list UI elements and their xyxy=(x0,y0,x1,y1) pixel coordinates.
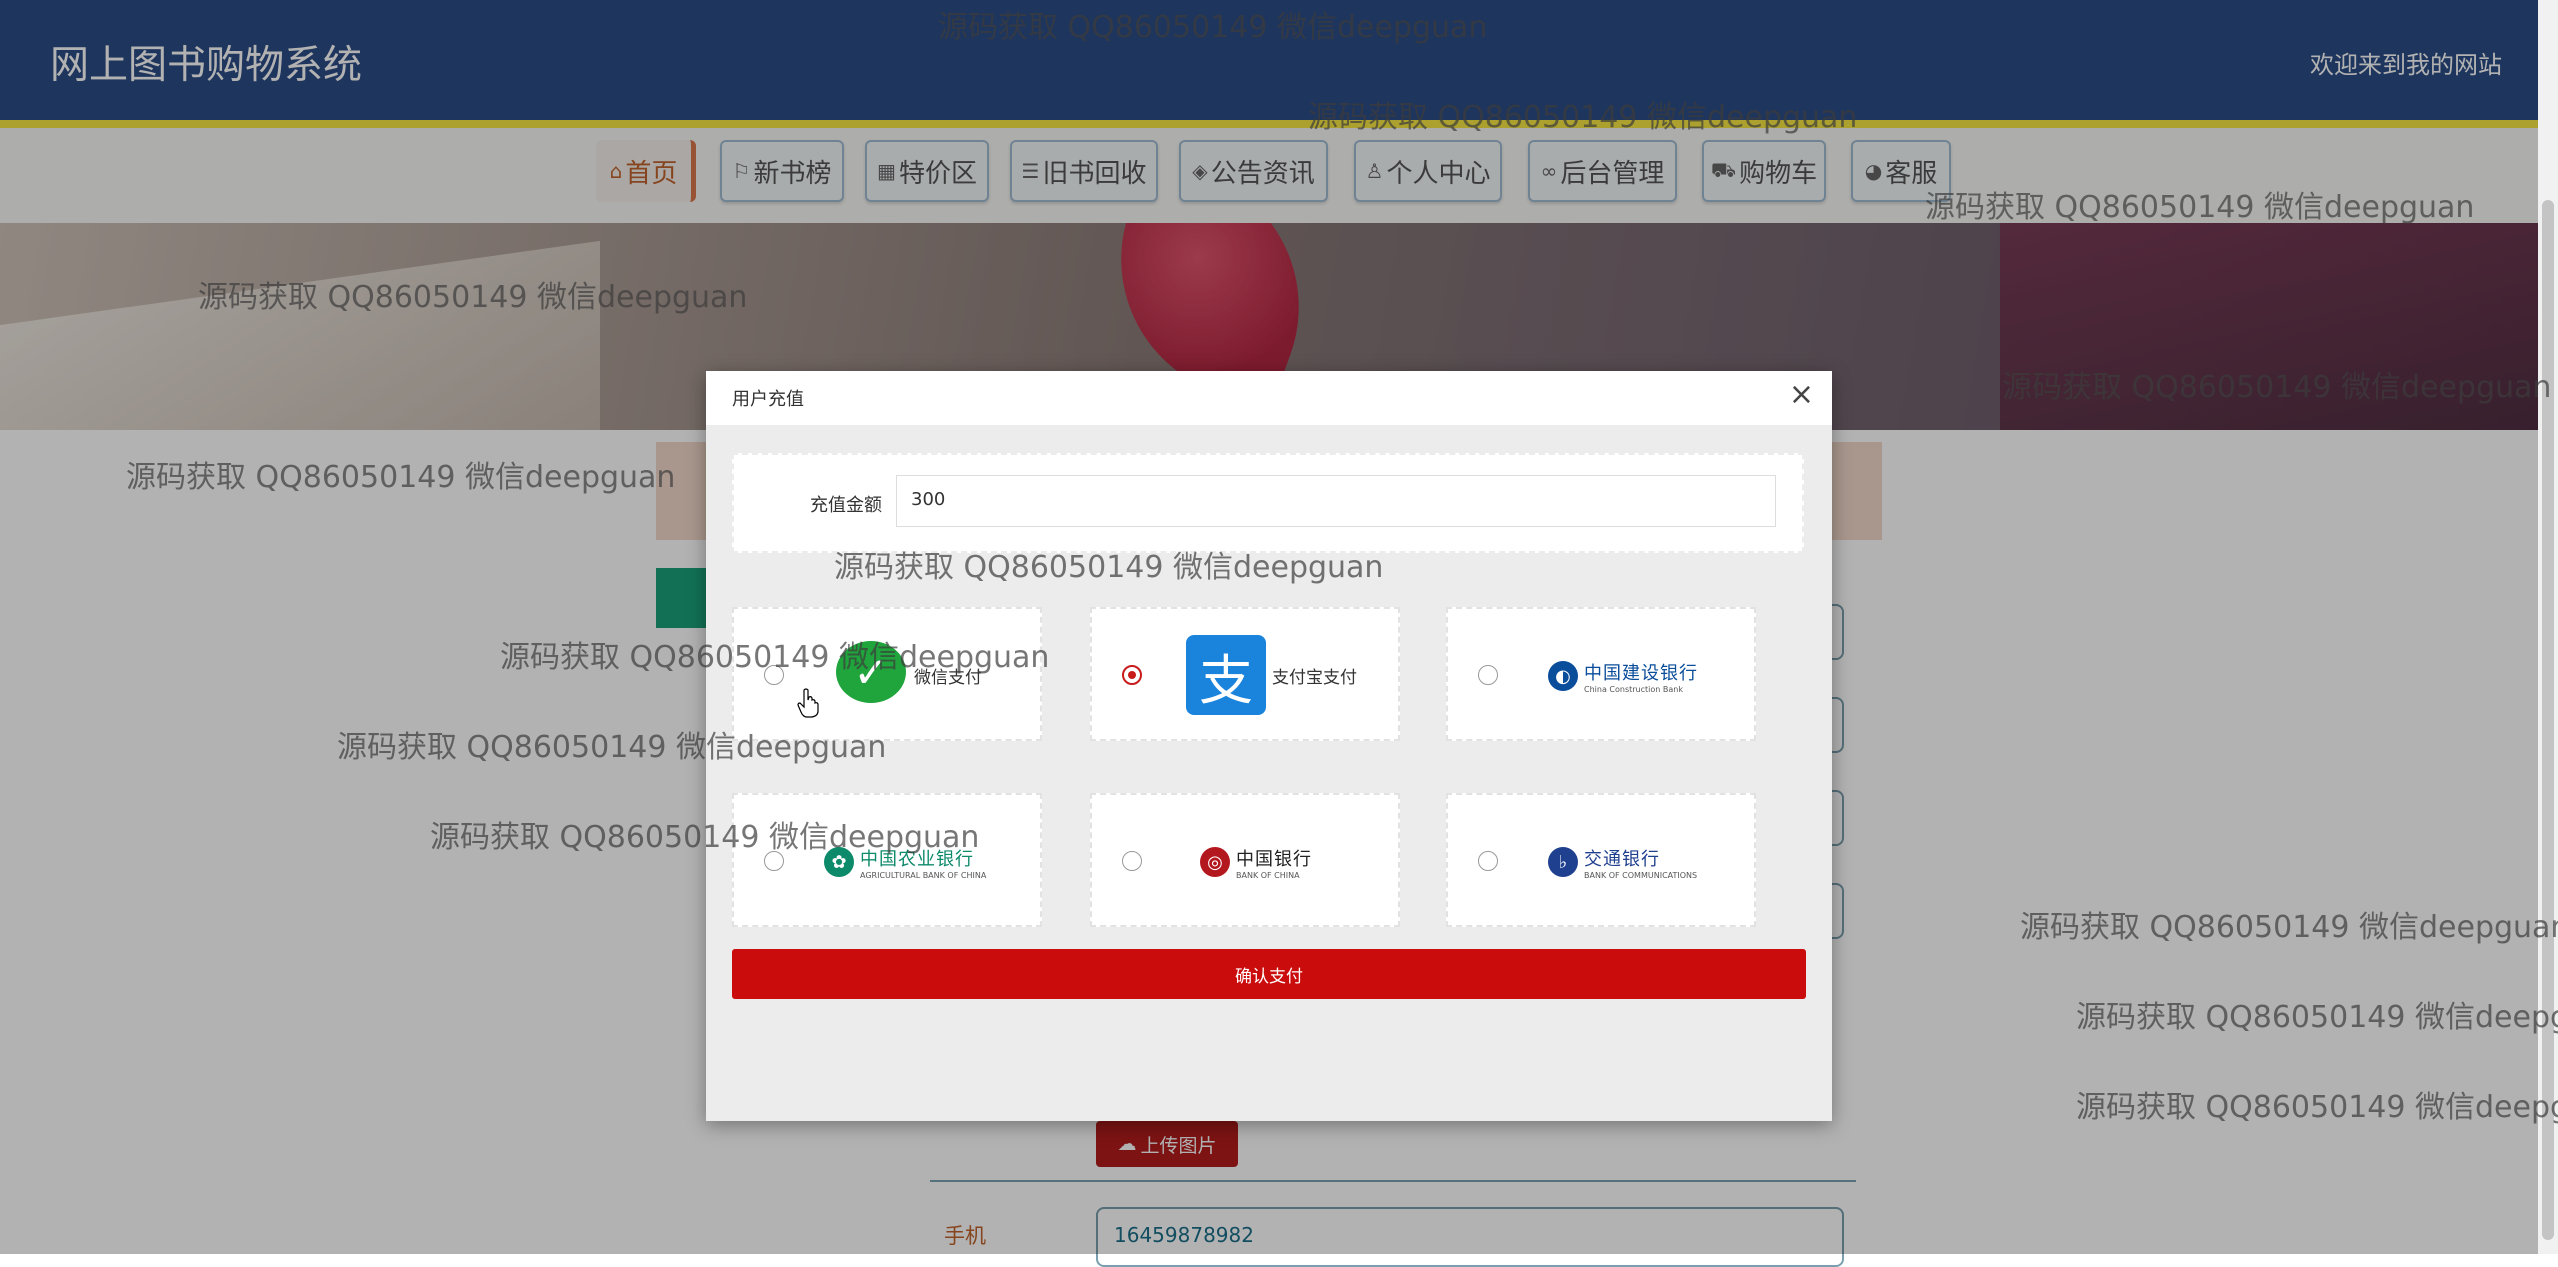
ccb-logo: ◐ 中国建设银行 China Construction Bank xyxy=(1548,653,1698,699)
bank-name: 交通银行 xyxy=(1584,848,1660,870)
ccb-emblem-icon: ◐ xyxy=(1548,661,1578,691)
bank-name-en: China Construction Bank xyxy=(1584,684,1683,694)
pay-option-boc[interactable]: ◎ 中国银行 BANK OF CHINA xyxy=(1090,793,1400,927)
close-icon[interactable]: × xyxy=(1789,377,1814,412)
abc-emblem-icon: ✿ xyxy=(824,847,854,877)
pay-option-abc[interactable]: ✿ 中国农业银行 AGRICULTURAL BANK OF CHINA xyxy=(732,793,1042,927)
radio-alipay[interactable] xyxy=(1122,665,1142,685)
bocom-emblem-icon: ♭ xyxy=(1548,847,1578,877)
bank-name-en: BANK OF CHINA xyxy=(1236,870,1300,880)
pay-option-alipay[interactable]: 支 支付宝支付 xyxy=(1090,607,1400,741)
scrollbar[interactable] xyxy=(2538,0,2558,1254)
pay-option-wechat[interactable]: ✓ 微信支付 xyxy=(732,607,1042,741)
recharge-modal: 用户充值 × 充值金额 300 ✓ 微信支付 支 支付宝支付 ◐ 中国建设银行 … xyxy=(706,371,1832,1121)
radio-boc[interactable] xyxy=(1122,851,1142,871)
bocom-logo: ♭ 交通银行 BANK OF COMMUNICATIONS xyxy=(1548,839,1697,885)
bank-name: 中国农业银行 xyxy=(860,848,974,870)
modal-header: 用户充值 × xyxy=(706,371,1832,425)
pay-option-ccb[interactable]: ◐ 中国建设银行 China Construction Bank xyxy=(1446,607,1756,741)
radio-wechat[interactable] xyxy=(764,665,784,685)
radio-ccb[interactable] xyxy=(1478,665,1498,685)
confirm-pay-button[interactable]: 确认支付 xyxy=(732,949,1806,999)
boc-emblem-icon: ◎ xyxy=(1200,847,1230,877)
bank-name-en: AGRICULTURAL BANK OF CHINA xyxy=(860,870,987,880)
modal-title: 用户充值 xyxy=(732,389,804,410)
alipay-icon: 支 xyxy=(1186,635,1266,715)
pay-option-label: 支付宝支付 xyxy=(1272,668,1357,688)
abc-logo: ✿ 中国农业银行 AGRICULTURAL BANK OF CHINA xyxy=(824,839,986,885)
radio-abc[interactable] xyxy=(764,851,784,871)
bank-name-en: BANK OF COMMUNICATIONS xyxy=(1584,870,1698,880)
radio-bocom[interactable] xyxy=(1478,851,1498,871)
pay-option-bocom[interactable]: ♭ 交通银行 BANK OF COMMUNICATIONS xyxy=(1446,793,1756,927)
hand-cursor-icon xyxy=(797,688,819,718)
pay-option-label: 微信支付 xyxy=(914,668,982,688)
boc-logo: ◎ 中国银行 BANK OF CHINA xyxy=(1200,839,1312,885)
amount-input[interactable]: 300 xyxy=(896,475,1776,527)
bank-name: 中国建设银行 xyxy=(1584,662,1698,684)
amount-label: 充值金额 xyxy=(810,495,882,516)
bank-name: 中国银行 xyxy=(1236,848,1312,870)
amount-section: 充值金额 300 xyxy=(732,453,1804,553)
scrollbar-thumb[interactable] xyxy=(2542,200,2554,1240)
wechat-pay-icon: ✓ xyxy=(836,641,906,703)
